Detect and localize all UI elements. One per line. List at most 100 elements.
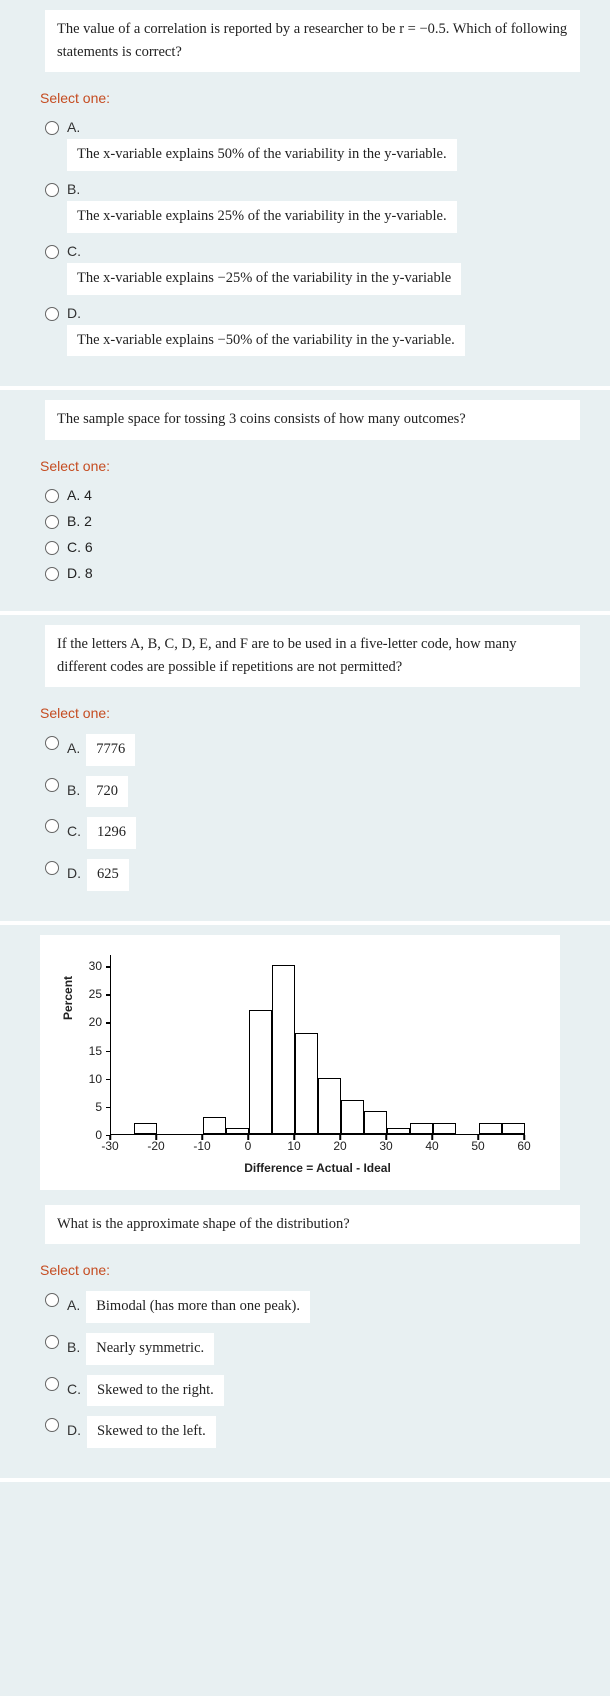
radio-icon[interactable] (45, 819, 59, 833)
option-letter: D. (67, 865, 81, 881)
radio-icon[interactable] (45, 861, 59, 875)
option-letter: C. (67, 243, 461, 259)
option-letter: A. (67, 740, 80, 756)
question-3: If the letters A, B, C, D, E, and F are … (0, 615, 610, 925)
option-3a[interactable]: A. 7776 (45, 729, 580, 771)
question-3-prompt: If the letters A, B, C, D, E, and F are … (45, 625, 580, 687)
option-1a[interactable]: A. The x-variable explains 50% of the va… (45, 114, 580, 176)
histogram-bar (249, 1010, 272, 1134)
option-text: C. 6 (67, 539, 93, 555)
radio-icon[interactable] (45, 183, 59, 197)
x-axis-label: Difference = Actual - Ideal (90, 1161, 545, 1175)
option-4d[interactable]: D. Skewed to the left. (45, 1411, 580, 1453)
radio-icon[interactable] (45, 1335, 59, 1349)
histogram-bar (364, 1111, 387, 1134)
y-tick-label: 30 (89, 959, 102, 973)
option-2d[interactable]: D. 8 (45, 560, 580, 586)
chart-bars (111, 955, 525, 1134)
option-text: B. 2 (67, 513, 92, 529)
option-1c[interactable]: C. The x-variable explains −25% of the v… (45, 238, 580, 300)
option-text: Skewed to the right. (87, 1375, 224, 1407)
radio-icon[interactable] (45, 1377, 59, 1391)
radio-icon[interactable] (45, 515, 59, 529)
option-1b[interactable]: B. The x-variable explains 25% of the va… (45, 176, 580, 238)
question-2: The sample space for tossing 3 coins con… (0, 390, 610, 614)
histogram-bar (433, 1123, 456, 1134)
question-3-prompt-wrap: If the letters A, B, C, D, E, and F are … (0, 625, 610, 687)
option-letter: A. (67, 1297, 80, 1313)
x-tick-label: -20 (147, 1139, 164, 1153)
radio-icon[interactable] (45, 1418, 59, 1432)
question-4-prompt-wrap: What is the approximate shape of the dis… (45, 1205, 580, 1244)
option-text: Skewed to the left. (87, 1416, 216, 1448)
radio-icon[interactable] (45, 736, 59, 750)
option-text: The x-variable explains −25% of the vari… (67, 263, 461, 295)
x-tick-label: 20 (333, 1139, 346, 1153)
radio-icon[interactable] (45, 567, 59, 581)
question-1-prompt: The value of a correlation is reported b… (45, 10, 580, 72)
radio-icon[interactable] (45, 778, 59, 792)
radio-icon[interactable] (45, 307, 59, 321)
question-1: The value of a correlation is reported b… (0, 0, 610, 390)
option-1d[interactable]: D. The x-variable explains −50% of the v… (45, 300, 580, 362)
select-one-label: Select one: (0, 440, 610, 482)
option-2b[interactable]: B. 2 (45, 508, 580, 534)
option-letter: B. (67, 782, 80, 798)
select-one-label: Select one: (0, 687, 610, 729)
radio-icon[interactable] (45, 121, 59, 135)
option-letter: D. (67, 305, 465, 321)
y-tick-label: 10 (89, 1072, 102, 1086)
option-letter: C. (67, 823, 81, 839)
option-letter: D. (67, 1422, 81, 1438)
option-letter: A. (67, 119, 457, 135)
x-axis-ticks: -30-20-100102030405060 (110, 1135, 525, 1155)
histogram-bar (134, 1123, 157, 1134)
question-1-prompt-wrap: The value of a correlation is reported b… (0, 10, 610, 72)
question-2-prompt-wrap: The sample space for tossing 3 coins con… (0, 400, 610, 439)
question-2-prompt: The sample space for tossing 3 coins con… (45, 400, 580, 439)
option-text: Bimodal (has more than one peak). (86, 1291, 310, 1323)
histogram-chart: Percent 051015202530 -30-20-100102030405… (40, 935, 560, 1190)
radio-icon[interactable] (45, 541, 59, 555)
histogram-bar (226, 1128, 249, 1134)
option-2c[interactable]: C. 6 (45, 534, 580, 560)
option-text: 7776 (86, 734, 135, 766)
option-text: Nearly symmetric. (86, 1333, 214, 1365)
option-text: The x-variable explains −50% of the vari… (67, 325, 465, 357)
histogram-bar (341, 1100, 364, 1134)
question-4: Percent 051015202530 -30-20-100102030405… (0, 925, 610, 1482)
option-text: 625 (87, 859, 129, 891)
radio-icon[interactable] (45, 1293, 59, 1307)
option-3b[interactable]: B. 720 (45, 771, 580, 813)
x-tick-label: -30 (101, 1139, 118, 1153)
option-3c[interactable]: C. 1296 (45, 812, 580, 854)
plot-area (110, 955, 525, 1135)
option-4c[interactable]: C. Skewed to the right. (45, 1370, 580, 1412)
radio-icon[interactable] (45, 245, 59, 259)
x-tick-label: 30 (379, 1139, 392, 1153)
x-tick-label: 50 (471, 1139, 484, 1153)
x-tick-label: 0 (245, 1139, 252, 1153)
option-3d[interactable]: D. 625 (45, 854, 580, 896)
option-letter: C. (67, 1381, 81, 1397)
question-4-options: A. Bimodal (has more than one peak). B. … (0, 1286, 610, 1453)
option-4b[interactable]: B. Nearly symmetric. (45, 1328, 580, 1370)
histogram-bar (295, 1033, 318, 1134)
y-tick-label: 5 (95, 1100, 102, 1114)
question-2-options: A. 4 B. 2 C. 6 D. 8 (0, 482, 610, 586)
histogram-bar (203, 1117, 226, 1134)
option-text: The x-variable explains 25% of the varia… (67, 201, 457, 233)
question-3-options: A. 7776 B. 720 C. 1296 D. 625 (0, 729, 610, 896)
histogram-bar (387, 1128, 410, 1134)
option-2a[interactable]: A. 4 (45, 482, 580, 508)
question-4-prompt: What is the approximate shape of the dis… (45, 1205, 580, 1244)
option-4a[interactable]: A. Bimodal (has more than one peak). (45, 1286, 580, 1328)
radio-icon[interactable] (45, 489, 59, 503)
x-tick-label: -10 (193, 1139, 210, 1153)
option-text: The x-variable explains 50% of the varia… (67, 139, 457, 171)
histogram-bar (410, 1123, 433, 1134)
select-one-label: Select one: (0, 72, 610, 114)
y-tick-label: 15 (89, 1044, 102, 1058)
y-tick-label: 25 (89, 987, 102, 1001)
option-text: 1296 (87, 817, 136, 849)
